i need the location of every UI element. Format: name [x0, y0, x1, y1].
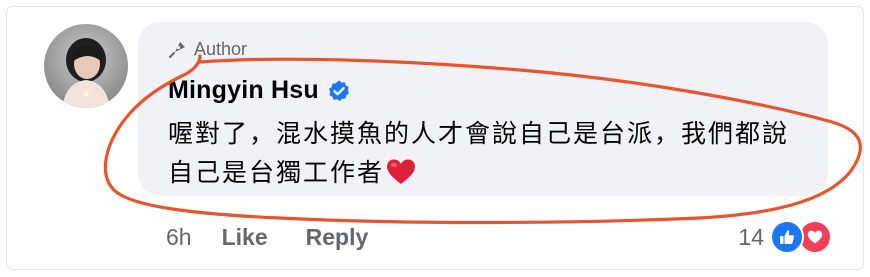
- author-badge-label: Author: [194, 38, 248, 59]
- reaction-icons: [770, 220, 832, 254]
- red-heart-icon: [387, 159, 416, 184]
- author-badge: Author: [168, 36, 247, 62]
- timestamp[interactable]: 6h: [166, 224, 192, 251]
- author-row: Mingyin Hsu: [168, 76, 351, 105]
- reaction-count: 14: [738, 223, 764, 250]
- like-thumb-icon: [770, 220, 804, 254]
- avatar[interactable]: [44, 24, 128, 108]
- comment-text: 喔對了，混水摸魚的人才會說自己是台派，我們都說自己是台獨工作者: [168, 119, 790, 187]
- reply-button[interactable]: Reply: [306, 224, 369, 251]
- comment-actions: 6h Like Reply: [166, 224, 368, 251]
- reactions-summary[interactable]: 14: [738, 220, 832, 254]
- comment-bubble: Author Mingyin Hsu 喔對了，混水摸魚的人才會說自己是台派，我們…: [138, 22, 828, 196]
- verified-badge-icon: [328, 80, 349, 101]
- comment-body: 喔對了，混水摸魚的人才會說自己是台派，我們都說自己是台獨工作者: [168, 114, 808, 192]
- avatar-photo: [44, 24, 128, 108]
- like-button[interactable]: Like: [222, 224, 268, 251]
- pen-nib-icon: [169, 42, 185, 58]
- author-name[interactable]: Mingyin Hsu: [168, 76, 319, 105]
